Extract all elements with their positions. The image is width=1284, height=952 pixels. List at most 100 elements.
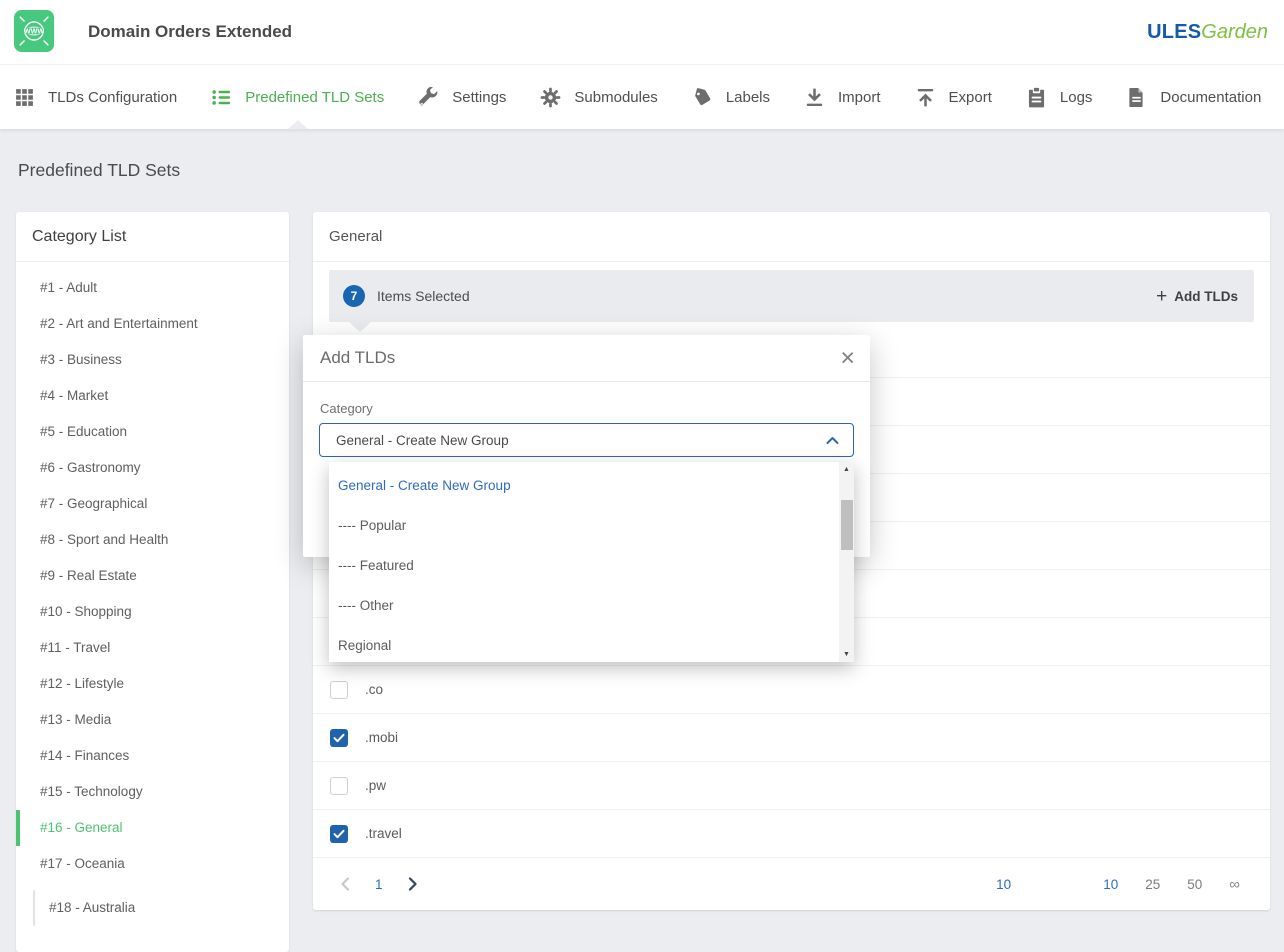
app-header: WWW Domain Orders Extended ULES Garden bbox=[0, 0, 1284, 64]
tab-submodules[interactable]: Submodules bbox=[540, 65, 657, 129]
tab-import[interactable]: Import bbox=[804, 65, 881, 129]
sidebar-item-education[interactable]: #5 - Education bbox=[16, 414, 289, 450]
modal-title: Add TLDs bbox=[320, 348, 395, 368]
app-title: Domain Orders Extended bbox=[88, 22, 292, 42]
option-other[interactable]: ---- Other bbox=[329, 586, 854, 626]
sidebar-item-real-estate[interactable]: #9 - Real Estate bbox=[16, 558, 289, 594]
sidebar-item-oceania[interactable]: #17 - Oceania bbox=[16, 846, 289, 882]
tab-documentation[interactable]: Documentation bbox=[1126, 65, 1261, 129]
tab-export[interactable]: Export bbox=[915, 65, 992, 129]
module-nav: TLDs Configuration Predefined TLD Sets S… bbox=[0, 64, 1284, 129]
option-general-create-new-group[interactable]: General - Create New Group bbox=[329, 466, 854, 506]
option-popular[interactable]: ---- Popular bbox=[329, 506, 854, 546]
tab-label: Labels bbox=[726, 89, 770, 106]
add-tlds-button[interactable]: + Add TLDs bbox=[1156, 287, 1238, 306]
sidebar-item-market[interactable]: #4 - Market bbox=[16, 378, 289, 414]
brand-text-light: Garden bbox=[1201, 21, 1268, 44]
tld-checkbox-checked[interactable] bbox=[330, 825, 348, 843]
tab-label: Logs bbox=[1060, 89, 1093, 106]
import-icon bbox=[804, 87, 825, 108]
svg-text:WWW: WWW bbox=[24, 28, 44, 36]
selected-count-badge: 7 bbox=[343, 285, 365, 307]
option-regional[interactable]: Regional bbox=[329, 626, 854, 666]
pager: 1 bbox=[339, 877, 419, 892]
sidebar-item-business[interactable]: #3 - Business bbox=[16, 342, 289, 378]
sidebar-item-finances[interactable]: #14 - Finances bbox=[16, 738, 289, 774]
sidebar-item-lifestyle[interactable]: #12 - Lifestyle bbox=[16, 666, 289, 702]
category-list-title: Category List bbox=[16, 212, 289, 262]
sidebar-subgroup: #18 - Australia bbox=[33, 890, 289, 926]
sidebar-item-technology[interactable]: #15 - Technology bbox=[16, 774, 289, 810]
tab-settings[interactable]: Settings bbox=[418, 65, 506, 129]
category-dropdown-options: General - Create New Group ---- Popular … bbox=[329, 462, 854, 666]
sidebar-item-gastronomy[interactable]: #6 - Gastronomy bbox=[16, 450, 289, 486]
page-size-options: 10 25 50 ∞ bbox=[1103, 876, 1240, 893]
close-icon[interactable]: × bbox=[840, 346, 855, 371]
page-size-10[interactable]: 10 bbox=[1103, 877, 1118, 892]
category-select[interactable]: General - Create New Group bbox=[319, 423, 854, 457]
tab-labels[interactable]: Labels bbox=[692, 65, 770, 129]
page-size-all-icon[interactable]: ∞ bbox=[1229, 876, 1240, 893]
tld-checkbox-unchecked[interactable] bbox=[330, 681, 348, 699]
tab-label: Documentation bbox=[1160, 89, 1261, 106]
panel-title: General bbox=[313, 212, 1270, 262]
tab-label: TLDs Configuration bbox=[48, 89, 177, 106]
add-tlds-button-label: Add TLDs bbox=[1174, 289, 1238, 304]
category-list: #1 - Adult #2 - Art and Entertainment #3… bbox=[16, 262, 289, 926]
document-icon bbox=[1126, 87, 1147, 108]
tab-label: Import bbox=[838, 89, 881, 106]
tld-row-mobi: .mobi bbox=[313, 714, 1270, 762]
plus-icon: + bbox=[1156, 287, 1167, 306]
sidebar-item-adult[interactable]: #1 - Adult bbox=[16, 270, 289, 306]
gear-icon bbox=[540, 87, 561, 108]
scroll-up-icon[interactable]: ▲ bbox=[839, 462, 854, 477]
sidebar-item-art-and-entertainment[interactable]: #2 - Art and Entertainment bbox=[16, 306, 289, 342]
jump-to-page-value[interactable]: 10 bbox=[996, 877, 1011, 892]
sidebar-item-shopping[interactable]: #10 - Shopping bbox=[16, 594, 289, 630]
tld-row-pw: .pw bbox=[313, 762, 1270, 810]
tld-row-co: .co bbox=[313, 666, 1270, 714]
tags-icon bbox=[692, 87, 713, 108]
tld-name: .co bbox=[365, 682, 383, 697]
active-tab-notch bbox=[288, 120, 308, 129]
check-icon bbox=[333, 828, 345, 840]
sidebar-item-travel[interactable]: #11 - Travel bbox=[16, 630, 289, 666]
tld-checkbox-checked[interactable] bbox=[330, 729, 348, 747]
tab-predefined-tld-sets[interactable]: Predefined TLD Sets bbox=[211, 65, 384, 129]
scroll-down-icon[interactable]: ▼ bbox=[839, 647, 854, 662]
sidebar-item-geographical[interactable]: #7 - Geographical bbox=[16, 486, 289, 522]
app-logo-globe-icon: WWW bbox=[14, 10, 56, 54]
items-selected-label: Items Selected bbox=[377, 288, 470, 304]
page-title: Predefined TLD Sets bbox=[18, 160, 180, 181]
option-featured[interactable]: ---- Featured bbox=[329, 546, 854, 586]
tab-label: Submodules bbox=[574, 89, 657, 106]
check-icon bbox=[333, 732, 345, 744]
category-select-value: General - Create New Group bbox=[336, 433, 509, 448]
tab-tlds-configuration[interactable]: TLDs Configuration bbox=[14, 65, 177, 129]
tld-checkbox-unchecked[interactable] bbox=[330, 777, 348, 795]
brand-logo: ULES Garden bbox=[1147, 21, 1268, 44]
page-size-50[interactable]: 50 bbox=[1187, 877, 1202, 892]
category-dropdown: General - Create New Group ---- Popular … bbox=[329, 462, 854, 662]
next-page-icon[interactable] bbox=[407, 877, 419, 891]
sidebar-item-general[interactable]: #16 - General bbox=[16, 810, 289, 846]
scrollbar-thumb[interactable] bbox=[841, 500, 853, 550]
dropdown-scrollbar[interactable]: ▲ ▼ bbox=[839, 462, 854, 662]
category-list-panel: Category List #1 - Adult #2 - Art and En… bbox=[16, 212, 289, 952]
sidebar-item-media[interactable]: #13 - Media bbox=[16, 702, 289, 738]
tab-label: Export bbox=[949, 89, 992, 106]
sidebar-item-australia[interactable]: #18 - Australia bbox=[35, 890, 289, 926]
previous-page-icon[interactable] bbox=[339, 877, 351, 891]
grid-icon bbox=[14, 87, 35, 108]
category-field-label: Category bbox=[320, 401, 373, 416]
chevron-up-icon bbox=[826, 436, 839, 445]
export-icon bbox=[915, 87, 936, 108]
page-size-25[interactable]: 25 bbox=[1145, 877, 1160, 892]
tab-logs[interactable]: Logs bbox=[1026, 65, 1093, 129]
page-number[interactable]: 1 bbox=[375, 877, 383, 892]
tab-label: Predefined TLD Sets bbox=[245, 89, 384, 106]
sidebar-item-sport-and-health[interactable]: #8 - Sport and Health bbox=[16, 522, 289, 558]
tld-name: .travel bbox=[365, 826, 402, 841]
brand-text-bold: ULES bbox=[1147, 21, 1201, 44]
tab-label: Settings bbox=[452, 89, 506, 106]
